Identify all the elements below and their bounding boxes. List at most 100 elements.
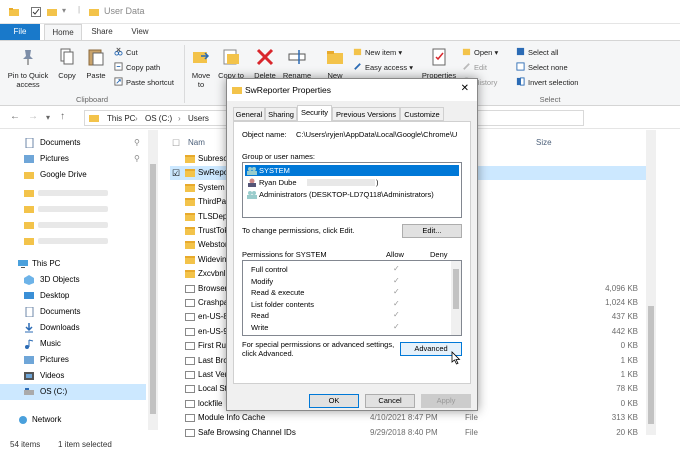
object-name-value: C:\Users\ryjen\AppData\Local\Google\Chro…: [296, 130, 458, 139]
crumb-os-c[interactable]: OS (C:): [145, 114, 172, 123]
permission-label: Modify: [251, 276, 274, 286]
nav-item-pictures[interactable]: Pictures ⚲: [0, 151, 146, 167]
users-icon: [247, 167, 257, 175]
tab-share[interactable]: Share: [86, 24, 118, 40]
new-folder-button[interactable]: New: [322, 47, 348, 80]
folder-icon: [185, 198, 195, 207]
allow-check-icon: ✓: [393, 321, 400, 331]
invert-selection-button[interactable]: Invert selection: [516, 77, 578, 87]
nav-item-network[interactable]: Network: [0, 412, 146, 428]
nav-item-music[interactable]: Music: [0, 336, 146, 352]
pin-icon[interactable]: ⚲: [134, 151, 140, 167]
click-advanced-text: click Advanced.: [242, 349, 294, 358]
easy-access-button[interactable]: Easy access ▾: [353, 62, 413, 72]
closing-paren: ): [376, 178, 379, 187]
copy-button[interactable]: Copy: [54, 47, 80, 80]
tab-view[interactable]: View: [124, 24, 156, 40]
new-item-button[interactable]: New item ▾: [353, 47, 402, 57]
file-icon: [185, 284, 195, 293]
nav-item-this-pc[interactable]: This PC: [0, 256, 146, 272]
ok-button[interactable]: OK: [309, 394, 359, 408]
folder-icon: [9, 8, 19, 16]
user-row-administrators[interactable]: Administrators (DESKTOP-LD7Q118\Administ…: [245, 189, 459, 200]
back-arrow-icon[interactable]: ←: [10, 111, 20, 122]
rename-button[interactable]: Rename: [282, 47, 312, 80]
file-size: 0 KB: [620, 398, 638, 408]
nav-item-videos[interactable]: Videos: [0, 368, 146, 384]
cancel-button[interactable]: Cancel: [365, 394, 415, 408]
recent-dropdown-icon[interactable]: ▾: [46, 113, 50, 122]
allow-check-icon: ✓: [393, 298, 400, 308]
edit-button[interactable]: Edit: [462, 62, 487, 72]
copy-to-button[interactable]: Copy to: [218, 47, 244, 80]
tab-sharing[interactable]: Sharing: [265, 107, 297, 121]
cut-button[interactable]: Cut: [114, 47, 138, 57]
column-header-size[interactable]: Size: [536, 138, 552, 147]
new-folder-quick-icon[interactable]: [46, 6, 58, 18]
file-size: 437 KB: [611, 312, 638, 322]
select-group-label: Select: [539, 95, 561, 104]
tab-general[interactable]: General: [233, 107, 265, 121]
move-to-button[interactable]: Move to: [188, 47, 214, 89]
forward-arrow-icon[interactable]: →: [28, 111, 38, 122]
tab-file[interactable]: File: [0, 24, 40, 40]
folder-small-icon: [89, 9, 99, 16]
permissions-scrollbar[interactable]: [451, 261, 461, 335]
nav-item-downloads[interactable]: Downloads: [0, 320, 146, 336]
mouse-cursor-icon: [451, 351, 461, 365]
file-type: File: [465, 413, 478, 423]
file-name: ThirdPa: [198, 197, 227, 207]
allow-check-icon: ✓: [393, 287, 400, 296]
nav-item-documents-pc[interactable]: Documents: [0, 304, 146, 320]
paste-shortcut-button[interactable]: Paste shortcut: [114, 77, 174, 87]
file-row[interactable]: Module Info Cache 4/10/2021 8:47 PM File 31…: [170, 411, 650, 425]
tab-previous-versions[interactable]: Previous Versions: [332, 107, 400, 121]
check-icon[interactable]: [30, 6, 42, 18]
nav-item-documents[interactable]: Documents ⚲: [0, 135, 146, 151]
properties-button[interactable]: Properties: [420, 47, 458, 80]
ribbon-separator: [184, 45, 185, 103]
close-icon[interactable]: ✕: [461, 83, 469, 94]
separator-icon: |: [78, 5, 81, 14]
tab-home[interactable]: Home: [44, 24, 82, 40]
tab-customize[interactable]: Customize: [400, 107, 444, 121]
file-scroll-thumb[interactable]: [648, 306, 654, 424]
nav-item-pictures-pc[interactable]: Pictures: [0, 352, 146, 368]
nav-scroll-thumb[interactable]: [150, 164, 156, 414]
folder-icon: [185, 212, 195, 221]
nav-item-desktop[interactable]: Desktop: [0, 288, 146, 304]
copy-path-button[interactable]: Copy path: [114, 62, 160, 72]
allow-header: Allow: [386, 250, 404, 259]
apply-button[interactable]: Apply: [421, 394, 471, 408]
up-arrow-icon[interactable]: ↑: [60, 111, 65, 122]
special-permissions-text: For special permissions or advanced sett…: [242, 340, 395, 349]
tab-security[interactable]: Security: [297, 105, 332, 121]
folder-icon: [24, 222, 34, 229]
nav-scrollbar[interactable]: [148, 130, 158, 430]
permissions-scroll-thumb[interactable]: [453, 269, 459, 309]
delete-button[interactable]: Delete: [250, 47, 280, 80]
file-icon: [185, 385, 195, 394]
user-row-ryan[interactable]: Ryan Dube ): [245, 177, 459, 188]
file-icon: [185, 299, 195, 307]
nav-item-os-c[interactable]: OS (C:): [0, 384, 146, 400]
nav-item-3d-objects[interactable]: 3D Objects: [0, 272, 146, 288]
user-row-system[interactable]: SYSTEM: [245, 165, 459, 176]
edit-permissions-button[interactable]: Edit...: [402, 224, 462, 238]
select-all-checkbox-icon[interactable]: ☐: [172, 138, 180, 149]
file-size: 4,096 KB: [605, 283, 638, 293]
column-header-name[interactable]: Nam: [188, 138, 205, 147]
quick-access-dropdown-icon[interactable]: ▾: [62, 6, 66, 15]
crumb-users[interactable]: Users: [188, 114, 209, 123]
paste-button[interactable]: Paste: [82, 47, 110, 80]
select-all-button[interactable]: Select all: [516, 47, 558, 57]
nav-item-google-drive[interactable]: Google Drive: [0, 167, 146, 183]
edit-icon: [463, 63, 470, 70]
pin-quick-access-button[interactable]: Pin to Quick access: [4, 47, 52, 89]
select-none-button[interactable]: Select none: [516, 62, 568, 72]
file-scrollbar[interactable]: [646, 130, 656, 435]
crumb-this-pc[interactable]: This PC: [107, 114, 135, 123]
open-button[interactable]: Open ▾: [462, 47, 498, 57]
pin-icon[interactable]: ⚲: [134, 135, 140, 151]
row-checkbox-icon[interactable]: ☑: [172, 166, 180, 180]
